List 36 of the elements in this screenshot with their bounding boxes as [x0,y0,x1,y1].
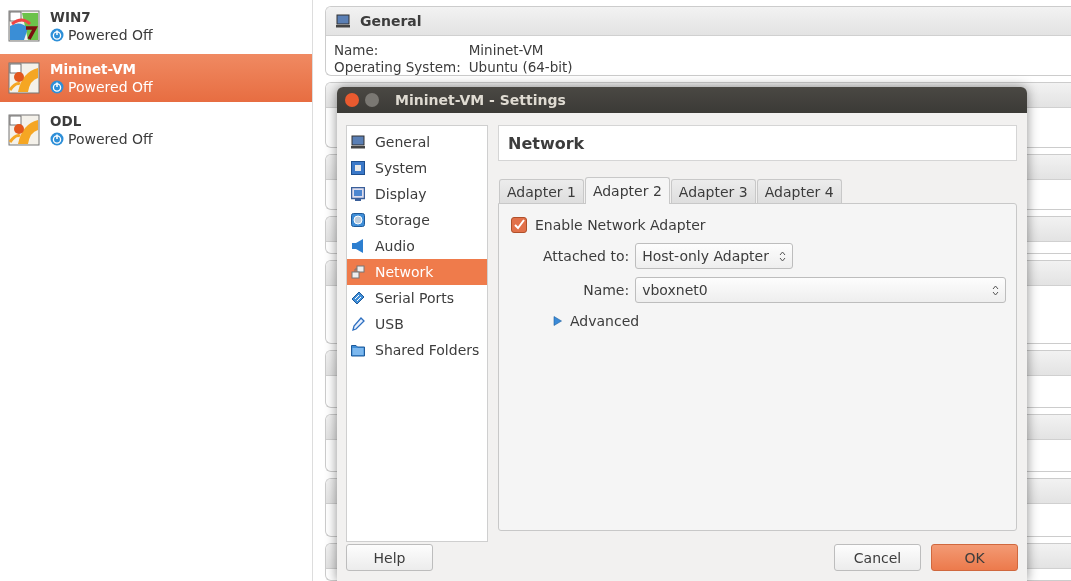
vm-name: ODL [50,112,83,130]
dialog-button[interactable]: Cancel [834,544,921,571]
dialog-button[interactable]: Help [346,544,433,571]
vm-status: Powered Off [68,77,153,96]
field-value: Mininet-VM [468,42,545,59]
sidebar-item[interactable]: General [347,129,487,155]
adapter-tab[interactable]: Adapter 1 [499,179,584,203]
checkbox-label: Enable Network Adapter [535,217,706,233]
window-title: Mininet-VM - Settings [395,92,566,108]
adapter-tab[interactable]: Adapter 4 [756,179,842,203]
adapter-tab[interactable]: Adapter 2 [584,177,670,204]
dialog-button[interactable]: OK [931,544,1018,571]
vm-list-item[interactable]: WIN7 Powered Off [0,2,312,50]
sidebar-item[interactable]: Display [347,181,487,207]
vm-name: WIN7 [50,8,92,26]
advanced-expander[interactable]: Advanced [553,313,640,329]
adapter-tab[interactable]: Adapter 3 [670,179,756,203]
vm-status: Powered Off [68,129,153,148]
field-label: Name: [583,282,630,298]
sidebar-item[interactable]: Shared Folders [347,337,487,363]
field-label: Attached to: [543,248,630,264]
field-label: Operating System: [334,59,461,76]
sidebar-item[interactable]: Storage [347,207,487,233]
sidebar-item[interactable]: Audio [347,233,487,259]
vm-name: Mininet-VM [50,60,138,78]
sidebar-item[interactable]: System [347,155,487,181]
vm-status: Powered Off [68,25,153,44]
vm-list-item[interactable]: ODL Powered Off [0,106,312,154]
sidebar-item[interactable]: Serial Ports [347,285,487,311]
field-value: Ubuntu (64-bit) [468,59,574,76]
dropdown[interactable]: vboxnet0 [635,277,1006,303]
section-title: General [360,13,422,29]
sidebar-item[interactable]: USB [347,311,487,337]
field-label: Name: [334,42,380,59]
dropdown[interactable]: Host-only Adapter [635,243,794,269]
page-title: Network [498,125,1017,161]
